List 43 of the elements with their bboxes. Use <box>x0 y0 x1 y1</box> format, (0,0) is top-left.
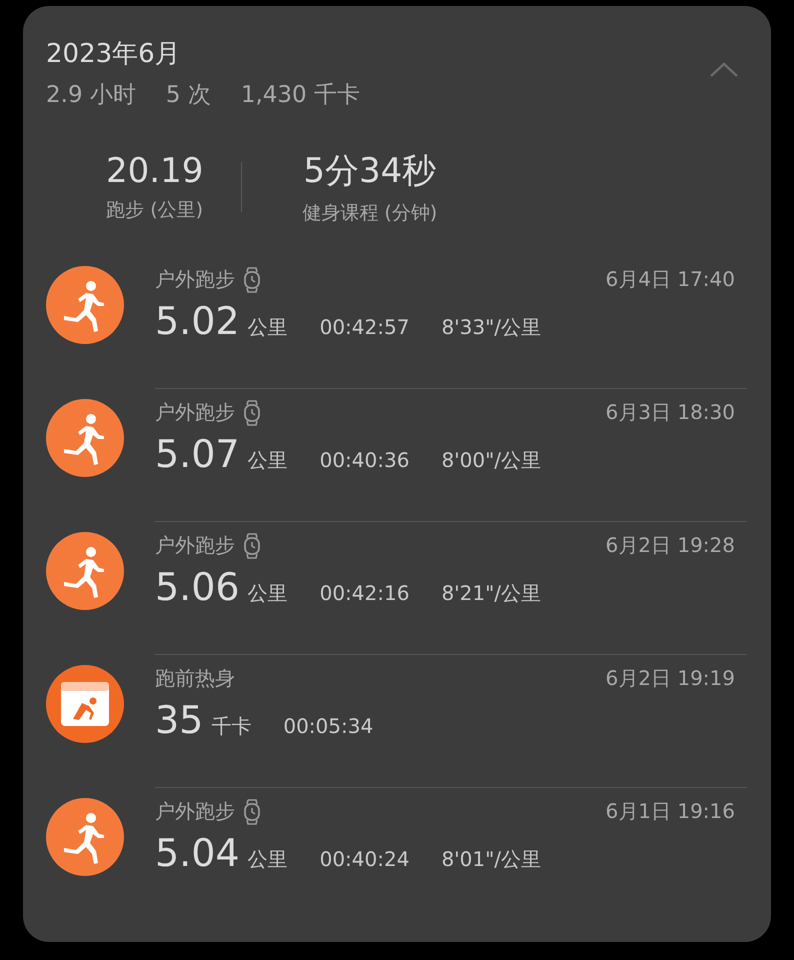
runner-icon <box>46 266 124 344</box>
calendar-stretch-icon <box>46 665 124 743</box>
total-value: 20.19 <box>106 151 204 191</box>
activity-unit: 公里 <box>248 314 288 341</box>
activity-value: 5.07 <box>155 432 240 476</box>
month-title: 2023年6月 <box>46 38 182 71</box>
runner-icon <box>46 532 124 610</box>
activity-duration: 00:40:36 <box>320 448 410 472</box>
total-label: 跑步 (公里) <box>106 198 204 223</box>
activity-duration: 00:42:16 <box>320 581 410 605</box>
summary-stat: 1,430 千卡 <box>240 81 360 110</box>
activity-duration: 00:05:34 <box>283 714 374 738</box>
total-value: 5分34秒 <box>303 150 436 193</box>
activity-title: 跑前热身 <box>155 665 235 692</box>
activity-duration: 00:40:24 <box>320 847 410 871</box>
activity-pace: 8'33"/公里 <box>441 314 542 341</box>
activity-title: 户外跑步 <box>155 399 235 426</box>
activity-unit: 公里 <box>248 580 288 607</box>
activity-date: 6月4日 17:40 <box>606 266 735 293</box>
activity-unit: 公里 <box>248 447 288 474</box>
activity-unit: 千卡 <box>211 713 252 740</box>
activity-pace: 8'01"/公里 <box>441 846 542 873</box>
activity-value: 35 <box>155 698 204 742</box>
activity-date: 6月2日 19:28 <box>606 532 735 559</box>
activity-value: 5.06 <box>155 565 240 609</box>
runner-icon <box>46 798 124 876</box>
activity-value: 5.04 <box>155 831 240 875</box>
total-label: 健身课程 (分钟) <box>302 201 438 226</box>
activity-title: 户外跑步 <box>155 798 235 825</box>
activity-pace: 8'00"/公里 <box>441 447 542 474</box>
activity-date: 6月3日 18:30 <box>606 399 735 426</box>
activity-date: 6月2日 19:19 <box>606 665 735 692</box>
activity-date: 6月1日 19:16 <box>606 798 735 825</box>
activity-duration: 00:42:57 <box>320 315 410 339</box>
runner-icon <box>46 399 124 477</box>
activity-title: 户外跑步 <box>155 532 235 559</box>
chevron-up-icon[interactable] <box>709 60 739 80</box>
activity-title: 户外跑步 <box>155 266 235 293</box>
summary-stat: 5 次 <box>166 81 211 110</box>
activity-value: 5.02 <box>155 299 240 343</box>
activity-unit: 公里 <box>248 846 288 873</box>
summary-stat: 2.9 小时 <box>46 81 136 110</box>
activity-pace: 8'21"/公里 <box>441 580 542 607</box>
